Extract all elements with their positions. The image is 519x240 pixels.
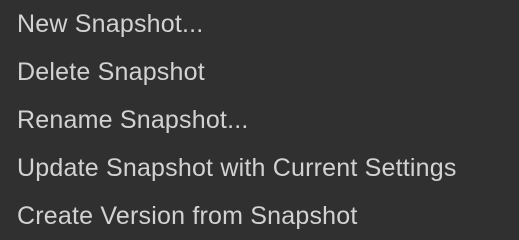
menu-item-label: Delete Snapshot <box>17 57 205 86</box>
menu-item-rename-snapshot[interactable]: Rename Snapshot... <box>0 96 519 144</box>
menu-item-label: Update Snapshot with Current Settings <box>17 153 457 182</box>
menu-item-label: Rename Snapshot... <box>17 105 249 134</box>
menu-item-update-snapshot[interactable]: Update Snapshot with Current Settings <box>0 144 519 192</box>
menu-item-label: Create Version from Snapshot <box>17 201 358 230</box>
snapshot-context-menu: New Snapshot... Delete Snapshot Rename S… <box>0 0 519 240</box>
menu-item-label: New Snapshot... <box>17 9 204 38</box>
menu-item-create-version[interactable]: Create Version from Snapshot <box>0 192 519 240</box>
menu-item-delete-snapshot[interactable]: Delete Snapshot <box>0 48 519 96</box>
menu-item-new-snapshot[interactable]: New Snapshot... <box>0 0 519 48</box>
